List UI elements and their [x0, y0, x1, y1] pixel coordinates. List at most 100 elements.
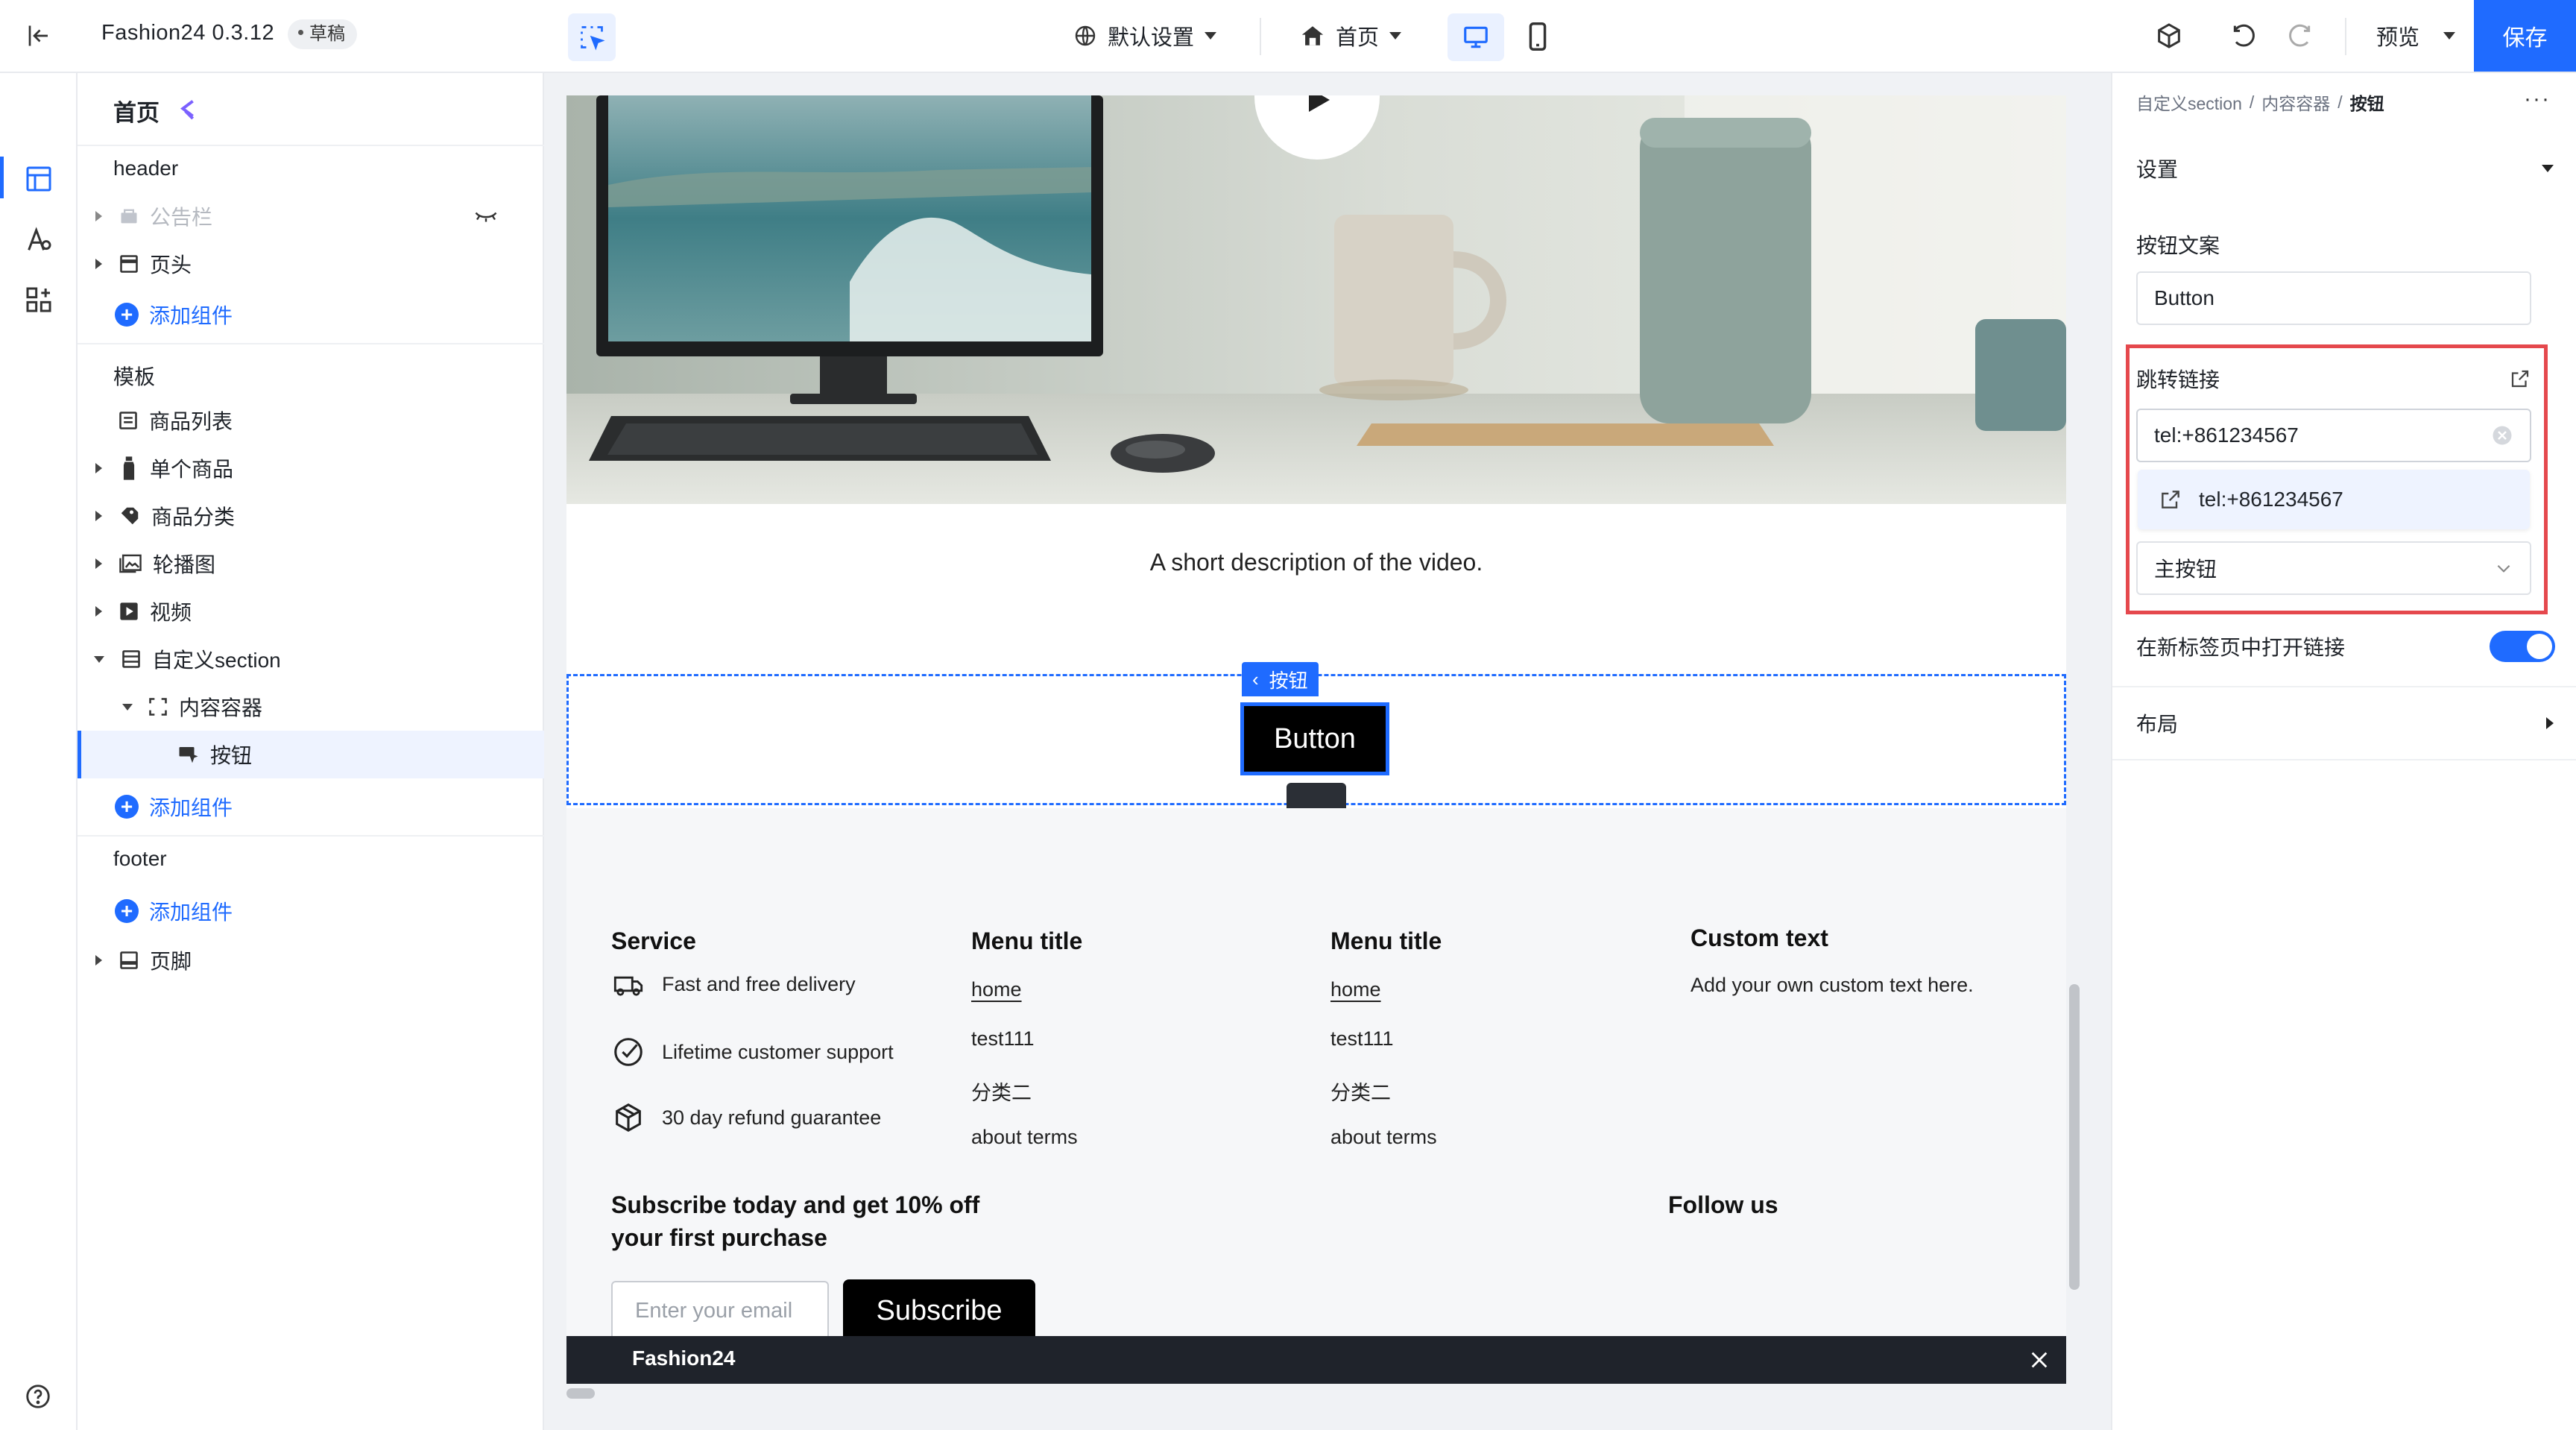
- custom-text-title: Custom text: [1690, 925, 1828, 951]
- help-icon[interactable]: [24, 1382, 52, 1411]
- product-list-icon: [119, 412, 137, 429]
- switch-page-icon[interactable]: [173, 96, 203, 126]
- redo-icon[interactable]: [2285, 21, 2315, 51]
- service-item-label: 30 day refund guarantee: [662, 1106, 882, 1129]
- save-button[interactable]: 保存: [2474, 0, 2576, 72]
- chevron-down-icon: [2443, 32, 2456, 40]
- theme-icon[interactable]: [24, 225, 54, 255]
- more-icon[interactable]: ···: [2524, 86, 2551, 112]
- chevron-down-icon: [1205, 32, 1217, 40]
- new-tab-toggle[interactable]: [2490, 631, 2555, 662]
- button-text-input[interactable]: Button: [2136, 271, 2531, 325]
- footer-block-icon: [120, 951, 138, 969]
- clear-icon[interactable]: [2491, 424, 2513, 447]
- email-input[interactable]: Enter your email: [611, 1281, 829, 1341]
- home-icon: [1301, 26, 1324, 45]
- menu-link[interactable]: about terms: [971, 1126, 1078, 1149]
- service-item-label: Fast and free delivery: [662, 972, 856, 995]
- outline-item-label: 商品列表: [149, 410, 233, 433]
- subscribe-title: Subscribe today and get 10% off: [611, 1191, 980, 1218]
- menu-link[interactable]: 分类二: [971, 1077, 1032, 1106]
- select-element-button[interactable]: [568, 13, 616, 61]
- box-icon: [616, 1103, 641, 1133]
- breadcrumb-item[interactable]: 内容容器: [2261, 89, 2330, 115]
- divider: [2112, 759, 2576, 760]
- mobile-icon: [1529, 22, 1547, 51]
- cta-button[interactable]: Button: [1240, 702, 1389, 775]
- add-component-label: 添加组件: [149, 304, 233, 327]
- chevron-left-icon: ‹: [1252, 667, 1259, 690]
- button-style-select[interactable]: 主按钮: [2136, 541, 2531, 595]
- service-item: Fast and free delivery: [611, 969, 856, 999]
- menu-link[interactable]: home: [1330, 978, 1381, 1001]
- globe-icon: [1075, 25, 1096, 46]
- horizontal-scrollbar[interactable]: [566, 1388, 595, 1399]
- link-suggestion-item[interactable]: tel:+861234567: [2138, 470, 2530, 529]
- outline-item-footer[interactable]: 页脚: [89, 936, 537, 984]
- video-thumbnail[interactable]: [566, 95, 2066, 504]
- service-item: 30 day refund guarantee: [611, 1100, 881, 1135]
- outline-item-carousel[interactable]: 轮播图: [89, 540, 537, 588]
- menu-link[interactable]: 分类二: [1330, 1077, 1391, 1106]
- service-title: Service: [611, 927, 696, 954]
- exit-icon[interactable]: [25, 22, 52, 49]
- chevron-down-icon: [94, 655, 104, 663]
- outline-item-label: 按钮: [210, 744, 253, 767]
- outline-item-single-product[interactable]: 单个商品: [89, 444, 537, 492]
- outline-item-announcement[interactable]: 公告栏: [89, 192, 537, 240]
- bottle-icon: [123, 456, 135, 480]
- breadcrumb: 自定义section / 内容容器 / 按钮: [2136, 89, 2384, 115]
- menu-title: Menu title: [1330, 927, 1442, 954]
- cube-icon[interactable]: [2154, 21, 2184, 51]
- outline-panel: 首页 header 公告栏 页头 + 添加组件 模板 商品列表 单个商品 商品分…: [78, 73, 544, 1430]
- outline-item-label: 自定义section: [152, 649, 281, 672]
- layout-section-header[interactable]: 布局: [2136, 708, 2554, 738]
- menu-link[interactable]: about terms: [1330, 1126, 1437, 1149]
- add-component-button[interactable]: + 添加组件: [115, 896, 233, 926]
- link-label: 跳转链接: [2136, 368, 2220, 391]
- outline-item-video[interactable]: 视频: [89, 588, 537, 635]
- vertical-scrollbar[interactable]: [2069, 984, 2080, 1290]
- add-component-label: 添加组件: [149, 796, 233, 819]
- apps-icon[interactable]: [24, 285, 54, 315]
- eye-closed-icon[interactable]: [473, 205, 499, 227]
- settings-section-header[interactable]: 设置: [2136, 154, 2554, 183]
- desktop-view-button[interactable]: [1448, 13, 1504, 61]
- add-component-button[interactable]: + 添加组件: [115, 300, 233, 330]
- button-style-value: 主按钮: [2154, 558, 2217, 581]
- undo-icon[interactable]: [2229, 21, 2258, 51]
- outline-item-label: 视频: [150, 601, 192, 624]
- chevron-down-icon: [2497, 564, 2510, 573]
- close-icon[interactable]: [2029, 1349, 2050, 1370]
- link-input[interactable]: tel:+861234567: [2136, 409, 2531, 462]
- external-link-icon[interactable]: [2509, 368, 2531, 390]
- outline-item-content-container[interactable]: 内容容器: [89, 683, 537, 731]
- selected-element-tag[interactable]: ‹ 按钮: [1242, 662, 1319, 696]
- mobile-view-button[interactable]: [1521, 19, 1555, 54]
- breadcrumb-separator: /: [2337, 92, 2343, 112]
- add-component-button[interactable]: + 添加组件: [115, 792, 233, 822]
- plus-icon: +: [115, 795, 139, 819]
- chevron-right-icon: [95, 606, 102, 617]
- outline-item-product-list[interactable]: 商品列表: [89, 397, 537, 444]
- page-select[interactable]: 首页: [1300, 20, 1402, 51]
- outline-item-custom-section[interactable]: 自定义section: [89, 635, 537, 683]
- outline-item-header[interactable]: 页头: [89, 240, 537, 288]
- menu-link[interactable]: test111: [1330, 1027, 1394, 1051]
- preview-button[interactable]: 预览: [2376, 20, 2456, 51]
- breadcrumb-item[interactable]: 自定义section: [2136, 89, 2242, 115]
- chevron-right-icon: [95, 955, 102, 966]
- outline-item-button-selected[interactable]: 按钮: [78, 731, 544, 778]
- section-footer-label: footer: [113, 847, 167, 870]
- menu-link[interactable]: home: [971, 978, 1022, 1001]
- menu-link[interactable]: test111: [971, 1027, 1035, 1051]
- top-bar: Fashion24 0.3.12 草稿 默认设置 首页 预览 保存: [0, 0, 2576, 73]
- locale-label: 默认设置: [1108, 26, 1195, 50]
- section-icon: [122, 650, 140, 668]
- subscribe-button[interactable]: Subscribe: [843, 1279, 1035, 1342]
- layout-label: 布局: [2136, 713, 2179, 736]
- outline-item-product-category[interactable]: 商品分类: [89, 492, 537, 540]
- locale-select[interactable]: 默认设置: [1073, 20, 1217, 51]
- layout-icon[interactable]: [24, 164, 54, 194]
- service-item: Lifetime customer support: [611, 1035, 894, 1069]
